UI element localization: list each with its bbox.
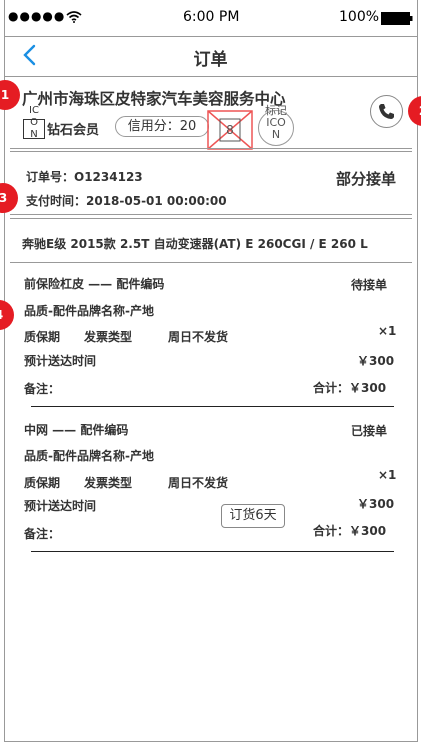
part-quality: 品质-配件品牌名称-产地 [24,449,154,463]
shop-name: 广州市海珠区皮特家汽车美容服务中心 [22,90,286,108]
part-remark: 备注： [24,527,61,541]
part-invoice-type: 发票类型 [84,330,133,344]
part-no-sunday: 周日不发货 [168,330,229,344]
call-button[interactable] [370,95,403,128]
part-total: 合计：￥300 [313,524,387,538]
part-remark: 备注： [24,382,61,396]
part-quantity: ×1 [378,468,397,482]
member-level: 钻石会员 [47,123,100,138]
part-status: 待接单 [351,278,388,292]
nav-divider [4,76,418,77]
part-invoice-type: 发票类型 [84,476,133,490]
placeholder-label: 8 [226,123,234,137]
part-price: ￥300 [357,354,395,368]
order-divider [10,214,412,215]
shop-divider [10,148,412,149]
part-no-sunday: 周日不发货 [168,476,229,490]
part-delivery-time: 预计送达时间 [24,354,97,368]
part-title: 前保险杠皮 —— 配件编码 [24,277,165,291]
phone-icon [379,104,394,119]
shop-ico: IC O N [23,105,45,140]
part-quality: 品质-配件品牌名称-产地 [24,304,154,318]
part-status: 已接单 [351,424,388,438]
part-title: 中网 —— 配件编码 [24,423,129,437]
credit-score-badge: 信用分：20 [115,116,209,137]
order-divider-2 [10,218,412,219]
vehicle-model: 奔驰E级 2015款 2.5T 自动变速器(AT) E 260CGI / E 2… [22,237,368,251]
part-divider [31,406,394,407]
shop-ico-label: IC O N [29,105,39,140]
shop-divider-2 [10,151,412,152]
part-price: ￥300 [357,497,395,511]
part-quantity: ×1 [378,324,397,338]
mark-icon[interactable]: 标记 ICO N [258,105,294,146]
order-status: 部分接单 [336,170,397,188]
part-warranty: 质保期 [24,330,61,344]
divider [4,36,418,37]
vehicle-divider [10,262,412,263]
order-days-tag: 订货6天 [221,504,285,528]
mark-label: 标记 ICO N [265,104,287,141]
part-total: 合计：￥300 [313,381,387,395]
placeholder-image: 8 [207,110,253,150]
part-warranty: 质保期 [24,476,61,490]
payment-time: 支付时间：2018-05-01 00:00:00 [26,194,227,208]
order-number: 订单号：O1234123 [26,170,143,184]
part-delivery-time: 预计送达时间 [24,499,97,513]
page-title: 订单 [193,50,228,70]
part-divider [31,551,394,552]
